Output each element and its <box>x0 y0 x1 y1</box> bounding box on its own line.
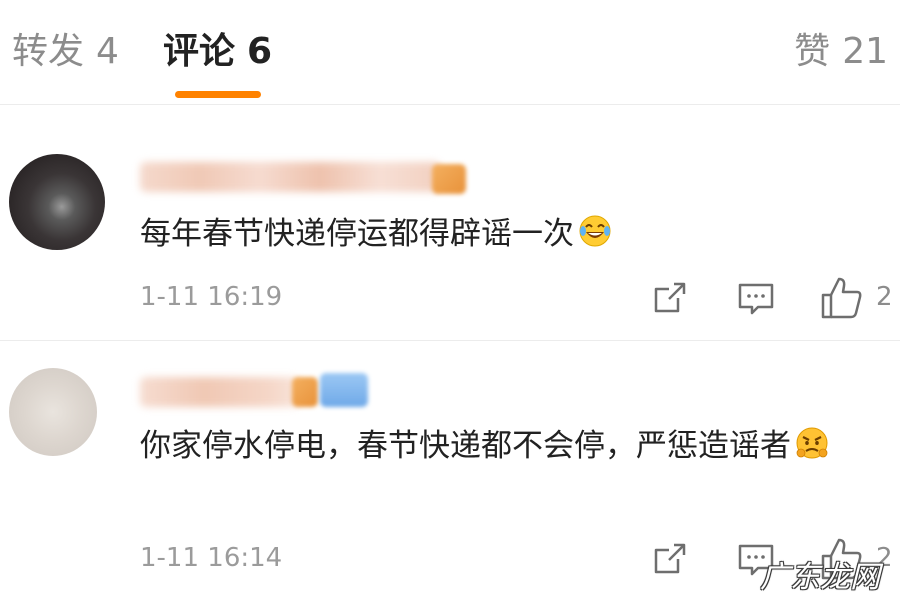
active-tab-indicator <box>175 91 261 98</box>
username-blurred[interactable] <box>140 377 300 407</box>
avatar[interactable] <box>9 368 97 456</box>
comment-text: 每年春节快递停运都得辟谣一次 <box>140 204 880 264</box>
like-count: 2 <box>876 282 893 312</box>
share-icon <box>654 543 686 574</box>
tab-reposts[interactable]: 转发 4 <box>12 28 119 76</box>
share-icon <box>654 282 686 313</box>
tab-reposts-count: 4 <box>96 31 119 72</box>
share-button[interactable] <box>650 278 690 318</box>
tab-comments-count: 6 <box>247 31 273 72</box>
tab-reposts-label: 转发 <box>12 31 85 72</box>
comment-timestamp: 1-11 16:14 <box>140 543 283 573</box>
tab-likes-count: 21 <box>842 31 888 72</box>
watermark: 广东龙网 <box>760 560 880 595</box>
user-badge-icon <box>432 164 466 194</box>
angry-face-emoji-icon <box>796 427 828 459</box>
membership-badge-icon <box>320 373 368 407</box>
comment-text: 你家停水停电，春节快递都不会停，严惩造谣者 <box>140 416 880 476</box>
laughing-tears-emoji-icon <box>579 215 611 247</box>
comment-body: 每年春节快递停运都得辟谣一次 <box>140 216 574 252</box>
tab-comments-label: 评论 <box>163 31 236 72</box>
comment-body: 你家停水停电，春节快递都不会停，严惩造谣者 <box>140 428 791 464</box>
tab-bar: 转发 4 评论 6 赞 21 <box>0 0 900 105</box>
comment-timestamp: 1-11 16:19 <box>140 282 283 312</box>
username-blurred[interactable] <box>140 162 440 192</box>
comment-icon <box>738 283 774 315</box>
share-button[interactable] <box>650 539 690 579</box>
user-badge-icon <box>292 377 318 407</box>
thumbs-up-icon <box>821 277 862 319</box>
avatar[interactable] <box>9 154 105 250</box>
comments-page: 转发 4 评论 6 赞 21 每年春节快递停运都得辟谣一次 1-11 16:19 <box>0 0 900 600</box>
reply-button[interactable] <box>736 278 776 318</box>
like-button[interactable]: 2 <box>818 274 893 322</box>
tab-comments[interactable]: 评论 6 <box>163 28 272 76</box>
tab-likes[interactable]: 赞 21 <box>794 28 888 76</box>
tab-likes-label: 赞 <box>794 31 831 72</box>
comment-item: 每年春节快递停运都得辟谣一次 1-11 16:19 2 <box>0 104 900 341</box>
